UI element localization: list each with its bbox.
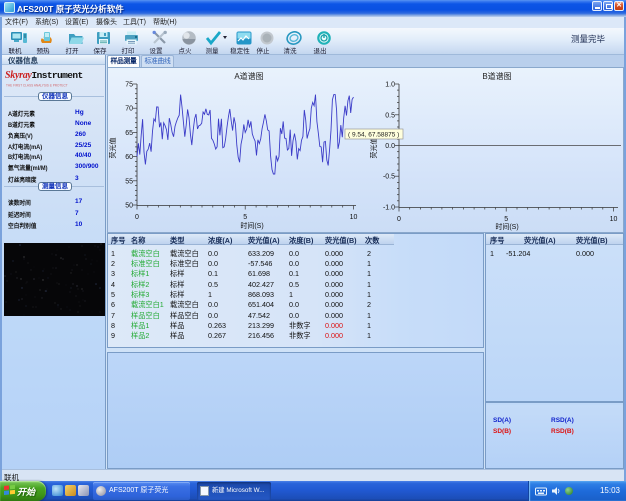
svg-text:50: 50	[125, 203, 133, 210]
svg-text:70: 70	[125, 106, 133, 113]
svg-text:0.0: 0.0	[385, 143, 395, 150]
svg-text:-0.5: -0.5	[383, 174, 395, 181]
svg-text:0: 0	[397, 216, 401, 223]
svg-text:荧光值: 荧光值	[108, 138, 117, 159]
svg-text:0: 0	[135, 214, 139, 221]
svg-text:5: 5	[243, 214, 247, 221]
svg-text:时间(S): 时间(S)	[240, 221, 263, 230]
svg-text:时间(S): 时间(S)	[495, 222, 518, 231]
svg-text:65: 65	[125, 130, 133, 137]
svg-text:( 9.54, 67.58875 ): ( 9.54, 67.58875 )	[348, 132, 399, 139]
svg-text:B道谱图: B道谱图	[482, 71, 511, 81]
svg-text:1.0: 1.0	[385, 82, 395, 89]
svg-text:75: 75	[125, 82, 133, 89]
svg-text:-1.0: -1.0	[383, 205, 395, 212]
svg-text:60: 60	[125, 154, 133, 161]
svg-text:荧光值: 荧光值	[369, 138, 378, 159]
svg-text:A道谱图: A道谱图	[234, 71, 263, 81]
svg-text:55: 55	[125, 178, 133, 185]
svg-text:10: 10	[350, 214, 358, 221]
svg-text:5: 5	[504, 216, 508, 223]
svg-text:10: 10	[610, 216, 618, 223]
svg-text:0.5: 0.5	[385, 112, 395, 119]
